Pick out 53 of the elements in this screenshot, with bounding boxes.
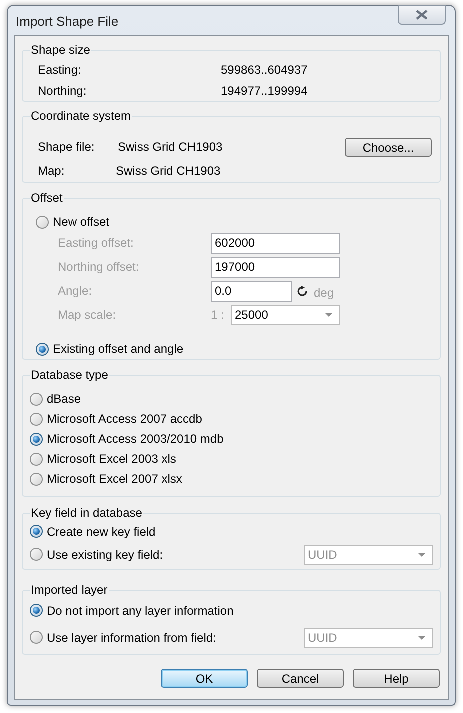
group-title: Key field in database (30, 506, 144, 520)
option-label[interactable]: Microsoft Access 2007 accdb (47, 410, 202, 428)
radio-button[interactable] (36, 342, 49, 356)
field-label: Northing: (37, 82, 88, 100)
field-label: Map scale: (57, 307, 118, 324)
field-label: Shape file: (37, 139, 96, 156)
unit-label: deg (314, 284, 334, 302)
radio-button[interactable] (30, 412, 43, 426)
option-label[interactable]: dBase (47, 390, 82, 408)
radio-button[interactable] (30, 472, 43, 486)
dialog-button[interactable]: Cancel (257, 669, 344, 688)
field-value: 194977..199994 (221, 82, 308, 100)
radio-button[interactable] (30, 548, 43, 561)
field-label: Easting offset: (57, 235, 135, 252)
dialog-button[interactable]: Help (353, 669, 440, 688)
field-label: Northing offset: (57, 259, 140, 276)
option-label[interactable]: New offset (53, 213, 110, 231)
group-title: Database type (30, 368, 110, 382)
field-label: Easting: (37, 62, 82, 78)
group-title: Shape size (30, 43, 92, 57)
option-label[interactable]: Existing offset and angle (53, 340, 184, 358)
radio-button[interactable] (30, 631, 43, 644)
radio-button[interactable] (36, 216, 49, 228)
radio-button[interactable] (30, 392, 43, 406)
radio-button[interactable] (30, 432, 43, 446)
close-button[interactable] (398, 5, 446, 25)
group-title: Coordinate system (30, 109, 132, 123)
rotate-icon[interactable] (297, 286, 308, 296)
close-icon (416, 10, 428, 20)
dialog-button[interactable]: OK (161, 669, 248, 688)
field-label: Angle: (57, 283, 94, 300)
field-value: Swiss Grid CH1903 (116, 163, 222, 180)
dropdown-arrow-icon (325, 313, 333, 317)
dropdown-arrow-icon (418, 552, 426, 556)
field-value: 599863..604937 (221, 62, 308, 78)
option-label[interactable]: Use existing key field: (47, 546, 164, 564)
field-label: Map: (37, 163, 66, 180)
window-title: Import Shape File (16, 13, 119, 31)
option-label[interactable]: Microsoft Excel 2007 xlsx (47, 470, 182, 488)
option-label[interactable]: Do not import any layer information (47, 602, 234, 620)
scale-prefix: 1 : (211, 307, 226, 324)
radio-button[interactable] (30, 452, 43, 466)
radio-button[interactable] (30, 525, 43, 538)
field-value: Swiss Grid CH1903 (118, 139, 224, 156)
dropdown-arrow-icon (418, 636, 426, 640)
choose-button[interactable]: Choose... (345, 138, 432, 156)
group-title: Imported layer (30, 583, 109, 597)
option-label[interactable]: Microsoft Excel 2003 xls (47, 450, 176, 468)
option-label[interactable]: Use layer information from field: (47, 628, 216, 646)
option-label[interactable]: Create new key field (47, 522, 156, 540)
radio-button[interactable] (30, 604, 43, 617)
option-label[interactable]: Microsoft Access 2003/2010 mdb (47, 430, 224, 448)
group-title: Offset (30, 191, 64, 205)
